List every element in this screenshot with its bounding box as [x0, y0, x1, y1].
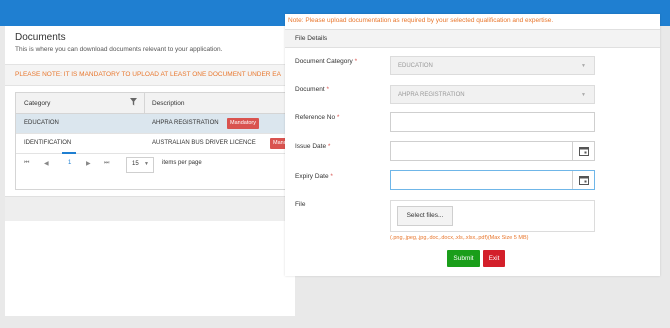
- grid-header: Category Description: [16, 93, 296, 114]
- expiry-date-label: Expiry Date *: [295, 173, 333, 180]
- page-title: Documents: [15, 32, 66, 43]
- row-description: AUSTRALIAN BUS DRIVER LICENCE: [152, 140, 256, 146]
- mandatory-notice-text: PLEASE NOTE: IT IS MANDATORY TO UPLOAD A…: [15, 71, 281, 78]
- column-header-category[interactable]: Category: [24, 100, 50, 107]
- section-title: File Details: [295, 35, 328, 42]
- issue-date-label: Issue Date *: [295, 143, 331, 150]
- row-category: EDUCATION: [24, 120, 59, 126]
- select-files-button[interactable]: Select files...: [397, 206, 453, 226]
- document-select[interactable]: AHPRA REGISTRATION ▼: [390, 85, 595, 104]
- column-header-description[interactable]: Description: [152, 100, 185, 107]
- document-category-select[interactable]: EDUCATION ▼: [390, 56, 595, 75]
- panel-footer: [5, 196, 295, 221]
- last-page-icon[interactable]: ⏭: [104, 160, 109, 167]
- chevron-down-icon: ▼: [581, 92, 586, 98]
- row-description: AHPRA REGISTRATION: [152, 120, 219, 126]
- document-category-value: EDUCATION: [398, 63, 433, 69]
- document-label: Document *: [295, 86, 329, 93]
- exit-button[interactable]: Exit: [483, 250, 505, 267]
- file-details-header: File Details: [285, 29, 660, 48]
- filter-icon[interactable]: [130, 98, 137, 108]
- current-page-number[interactable]: 1: [68, 160, 71, 166]
- document-value: AHPRA REGISTRATION: [398, 92, 465, 98]
- chevron-down-icon: ▼: [581, 63, 586, 69]
- chevron-down-icon: ▼: [144, 161, 149, 167]
- file-details-dialog: Note: Please upload documentation as req…: [285, 14, 660, 276]
- file-label: File: [295, 201, 306, 208]
- calendar-icon: [579, 176, 589, 185]
- first-page-icon[interactable]: ⏮: [24, 160, 29, 167]
- calendar-icon: [579, 147, 589, 156]
- calendar-button[interactable]: [572, 142, 594, 160]
- column-divider: [144, 93, 145, 113]
- page-size-value: 15: [132, 161, 139, 167]
- file-type-hint: (.png,.jpeg,.jpg,.doc,.docx,.xls,.xlsx,.…: [390, 235, 529, 241]
- reference-no-input[interactable]: [390, 112, 595, 132]
- next-page-icon[interactable]: ▶: [86, 160, 91, 167]
- row-category: IDENTIFICATION: [24, 140, 72, 146]
- documents-panel: Documents This is where you can download…: [5, 26, 297, 316]
- upload-note: Note: Please upload documentation as req…: [288, 17, 554, 24]
- prev-page-icon[interactable]: ◀: [44, 160, 49, 167]
- submit-button[interactable]: Submit: [447, 250, 480, 267]
- mandatory-badge: Mandatory: [227, 118, 259, 129]
- page-subtitle: This is where you can download documents…: [15, 46, 223, 53]
- file-upload-area[interactable]: Select files...: [390, 200, 595, 232]
- pager: ⏮ ◀ 1 ▶ ⏭ 15 ▼ items per page: [16, 152, 296, 177]
- issue-date-input[interactable]: [390, 141, 595, 161]
- expiry-date-input[interactable]: [390, 170, 595, 190]
- reference-no-label: Reference No *: [295, 114, 340, 121]
- documents-grid: Category Description EDUCATION AHPRA REG…: [15, 92, 297, 190]
- calendar-button[interactable]: [572, 171, 594, 189]
- items-per-page-label: items per page: [162, 160, 202, 166]
- table-row[interactable]: IDENTIFICATION AUSTRALIAN BUS DRIVER LIC…: [16, 134, 296, 154]
- table-row[interactable]: EDUCATION AHPRA REGISTRATION Mandatory: [16, 114, 296, 134]
- mandatory-notice: PLEASE NOTE: IT IS MANDATORY TO UPLOAD A…: [5, 64, 295, 86]
- current-page-indicator: [62, 152, 76, 154]
- page-size-select[interactable]: 15 ▼: [126, 157, 154, 173]
- document-category-label: Document Category *: [295, 58, 358, 65]
